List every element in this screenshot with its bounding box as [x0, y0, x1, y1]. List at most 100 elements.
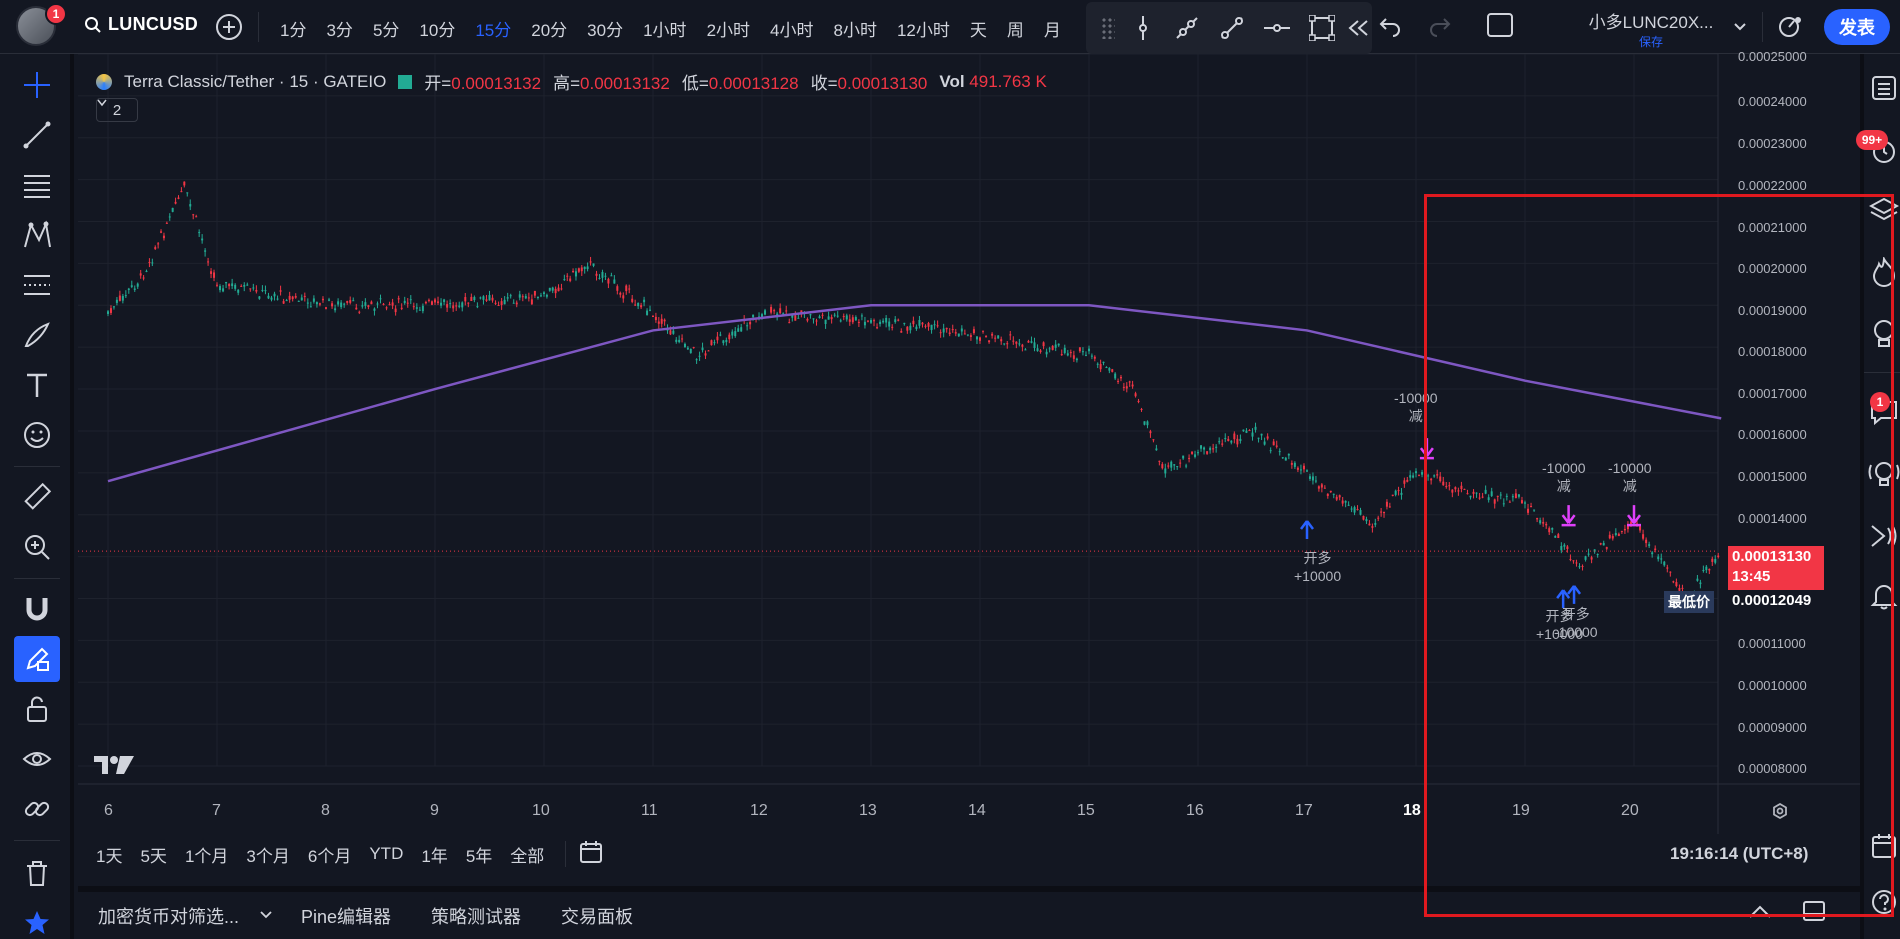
symbol-search[interactable]: LUNCUSD [84, 14, 198, 35]
horizontal-line-icon[interactable] [1255, 8, 1300, 48]
chevron-down-icon[interactable] [259, 905, 273, 926]
undo-icon[interactable] [1378, 13, 1402, 37]
candle-body [566, 275, 569, 277]
interval-1d[interactable]: 天 [960, 16, 997, 41]
tab-crypto-screener[interactable]: 加密货币对筛选... [78, 903, 259, 929]
layout-select-icon[interactable] [1486, 12, 1514, 38]
maximize-panel-icon[interactable] [1802, 900, 1826, 927]
interval-1m[interactable]: 1分 [270, 16, 316, 41]
eye-icon[interactable] [14, 736, 60, 782]
notification-bell-icon[interactable] [1864, 576, 1900, 616]
streams-lightbulb-icon[interactable] [1864, 454, 1900, 494]
drag-handle-icon[interactable] [1096, 8, 1120, 48]
candle-body [400, 307, 403, 309]
rectangle-icon[interactable] [1299, 8, 1344, 48]
help-icon[interactable] [1864, 882, 1900, 922]
vertical-line-icon[interactable] [1120, 8, 1165, 48]
range-ytd[interactable]: YTD [360, 844, 412, 864]
publish-button[interactable]: 发表 [1824, 9, 1890, 45]
compare-symbol-button[interactable] [216, 14, 242, 40]
pattern-tool-icon[interactable] [14, 212, 60, 258]
interval-3m[interactable]: 3分 [316, 16, 362, 41]
legend-title[interactable]: Terra Classic/Tether · 15 · GATEIO [124, 72, 386, 92]
favorites-star-icon[interactable] [14, 900, 60, 939]
tab-trading-panel[interactable]: 交易面板 [541, 903, 653, 929]
candle-body [476, 306, 479, 308]
rewind-icon[interactable] [1344, 8, 1372, 48]
layout-name[interactable]: 小多LUNC20X... 保存 [1582, 8, 1720, 50]
tab-strategy-tester[interactable]: 策略测试器 [411, 903, 541, 929]
candle-body [631, 298, 634, 302]
interval-5m[interactable]: 5分 [363, 16, 409, 41]
range-5d[interactable]: 5天 [131, 842, 175, 867]
crosshair-icon[interactable] [14, 62, 60, 108]
emoji-tool-icon[interactable] [14, 412, 60, 458]
interval-10m[interactable]: 10分 [409, 16, 465, 41]
price-chart[interactable]: Terra Classic/Tether · 15 · GATEIO 开=0.0… [78, 49, 1860, 834]
candle-body [595, 273, 598, 276]
interval-2h[interactable]: 2小时 [697, 16, 760, 41]
candle-body [1221, 443, 1224, 445]
interval-30m[interactable]: 30分 [577, 16, 633, 41]
trend-line-icon[interactable] [1210, 8, 1255, 48]
candle-body [1374, 523, 1377, 525]
interval-15m[interactable]: 15分 [465, 16, 521, 41]
fib-tool-icon[interactable] [14, 162, 60, 208]
calendar-icon[interactable] [1864, 826, 1900, 866]
candle-body [434, 299, 436, 303]
lock-icon[interactable] [14, 686, 60, 732]
interval-1h[interactable]: 1小时 [633, 16, 696, 41]
range-3m[interactable]: 3个月 [237, 842, 298, 867]
hotlist-fire-icon[interactable] [1864, 252, 1900, 292]
link-icon[interactable] [14, 786, 60, 832]
range-1y[interactable]: 1年 [412, 842, 456, 867]
stay-in-drawing-mode-icon[interactable] [14, 636, 60, 682]
layers-icon[interactable] [1864, 190, 1900, 230]
candle-body [1088, 348, 1090, 352]
candle-body [1111, 369, 1114, 372]
watchlist-icon[interactable] [1864, 68, 1900, 108]
interval-12h[interactable]: 12小时 [887, 16, 960, 41]
candle-body [136, 283, 139, 287]
candle-body [1108, 368, 1111, 371]
candle-body [912, 320, 915, 325]
range-1d[interactable]: 1天 [78, 842, 131, 867]
candle-body [1666, 567, 1669, 569]
quick-search-icon[interactable] [1776, 12, 1806, 47]
zoom-in-icon[interactable] [14, 524, 60, 570]
candle-body [927, 323, 930, 327]
replay-play-icon[interactable] [1864, 516, 1900, 556]
chart-canvas[interactable] [78, 54, 1860, 834]
interval-8h[interactable]: 8小时 [824, 16, 887, 41]
interval-1w[interactable]: 周 [997, 16, 1034, 41]
range-5y[interactable]: 5年 [457, 842, 501, 867]
tab-pine-editor[interactable]: Pine编辑器 [273, 903, 411, 929]
prediction-tool-icon[interactable] [14, 262, 60, 308]
ray-line-icon[interactable] [1165, 8, 1210, 48]
range-all[interactable]: 全部 [501, 842, 553, 867]
text-tool-icon[interactable] [14, 362, 60, 408]
candle-body [1227, 438, 1230, 441]
ruler-icon[interactable] [14, 474, 60, 520]
interval-4h[interactable]: 4小时 [760, 16, 823, 41]
candle-body [1185, 465, 1188, 467]
magnet-icon[interactable] [14, 586, 60, 632]
brush-tool-icon[interactable] [14, 312, 60, 358]
candle-body [616, 286, 619, 291]
trend-line-tool-icon[interactable] [14, 112, 60, 158]
range-1m[interactable]: 1个月 [176, 842, 237, 867]
chevron-down-icon[interactable] [1732, 18, 1748, 39]
interval-1mo[interactable]: 月 [1034, 16, 1071, 41]
candle-body [1587, 553, 1590, 555]
range-6m[interactable]: 6个月 [299, 842, 360, 867]
chart-clock[interactable]: 19:16:14 (UTC+8) [1670, 844, 1808, 864]
interval-20m[interactable]: 20分 [521, 16, 577, 41]
redo-icon[interactable] [1428, 13, 1452, 37]
annotation-action: 开多 [1303, 550, 1332, 566]
trash-icon[interactable] [14, 850, 60, 896]
indicator-toggle[interactable]: 2 [96, 98, 138, 122]
goto-date-icon[interactable] [578, 839, 604, 870]
candle-body [285, 300, 288, 302]
chevron-up-icon[interactable] [1748, 904, 1772, 925]
ideas-lightbulb-icon[interactable] [1864, 314, 1900, 354]
